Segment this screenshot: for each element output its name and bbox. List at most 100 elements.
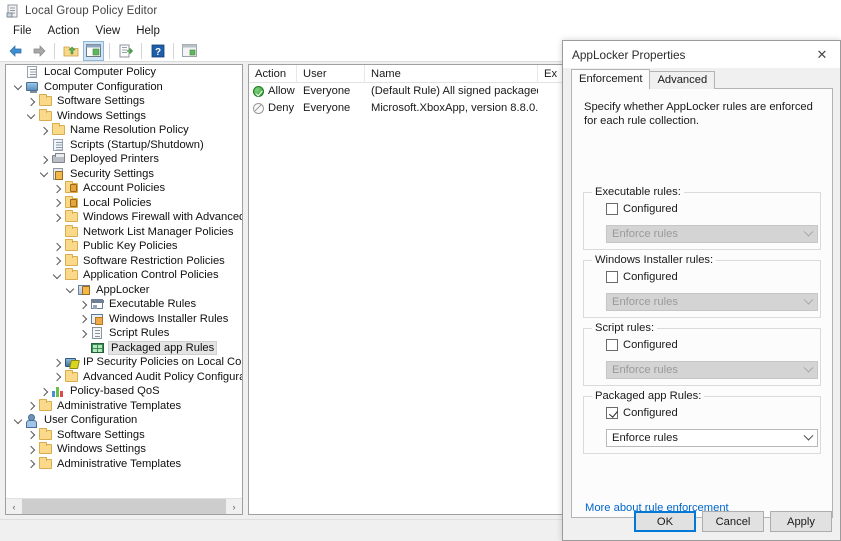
toolbar-separator-1 (54, 42, 55, 59)
chevron-down-icon[interactable] (800, 430, 817, 446)
chevron-right-icon[interactable] (38, 124, 51, 137)
configured-checkbox[interactable]: Configured (606, 407, 678, 419)
chevron-right-icon[interactable] (51, 211, 64, 224)
up-one-level-button[interactable] (60, 41, 81, 61)
column-header-user[interactable]: User (297, 65, 365, 83)
tree-item-application-control-policies[interactable]: Application Control Policies (6, 268, 242, 283)
tree-item-ip-security-policies-on-local-computer[interactable]: IP Security Policies on Local Computer (6, 355, 242, 370)
tree-item-deployed-printers[interactable]: Deployed Printers (6, 152, 242, 167)
configured-checkbox[interactable]: Configured (606, 203, 678, 215)
tree-item-account-policies[interactable]: Account Policies (6, 181, 242, 196)
scrollbar-thumb[interactable] (22, 498, 226, 514)
tree-item-windows-settings[interactable]: Windows Settings (6, 108, 242, 124)
chevron-right-icon[interactable] (77, 312, 90, 325)
tree-item-local-policies[interactable]: Local Policies (6, 195, 242, 211)
tree-item-software-settings[interactable]: Software Settings (6, 94, 242, 109)
chevron-right-icon[interactable] (51, 356, 64, 369)
chevron-right-icon[interactable] (25, 428, 38, 441)
tab-enforcement[interactable]: Enforcement (571, 69, 651, 89)
tree-item-network-list-manager-policies[interactable]: Network List Manager Policies (6, 224, 242, 240)
menu-help[interactable]: Help (128, 23, 168, 39)
chevron-down-icon[interactable] (12, 414, 25, 427)
chevron-right-icon[interactable] (25, 399, 38, 412)
back-button[interactable] (5, 41, 26, 61)
close-icon[interactable]: ✕ (804, 41, 840, 68)
table-row[interactable]: Deny Everyone Microsoft.XboxApp, version 8… (249, 100, 572, 117)
tree-item-packaged-app-rules[interactable]: Packaged app Rules (6, 340, 242, 356)
chevron-right-icon[interactable] (77, 327, 90, 340)
scroll-right-arrow-icon[interactable]: › (226, 499, 242, 515)
enforcement-mode-dropdown[interactable]: Enforce rules (606, 429, 818, 447)
console-tree[interactable]: Local Computer Policy Computer Configurat… (6, 65, 242, 498)
apply-button[interactable]: Apply (770, 511, 832, 532)
properties-window-button[interactable] (179, 41, 200, 61)
chevron-right-icon[interactable] (25, 95, 38, 108)
folder-icon (64, 239, 80, 253)
tree-item-label: User Configuration (44, 414, 138, 427)
tree-item-label: Local Policies (83, 196, 152, 209)
tree-item-local-computer-policy[interactable]: Local Computer Policy (6, 65, 242, 80)
checkbox-unchecked-icon[interactable] (606, 203, 618, 215)
scrollbar-track[interactable] (22, 498, 226, 514)
tree-item-windows-firewall-with-advanced-security[interactable]: Windows Firewall with Advanced Security (6, 210, 242, 225)
table-row[interactable]: Allow Everyone (Default Rule) All signed p… (249, 83, 572, 100)
chevron-right-icon[interactable] (77, 298, 90, 311)
chevron-right-icon[interactable] (25, 443, 38, 456)
tree-item-label: Software Settings (57, 428, 145, 441)
menu-view[interactable]: View (88, 23, 129, 39)
tree-item-scripts-startup-shutdown[interactable]: Scripts (Startup/Shutdown) (6, 138, 242, 153)
tree-item-computer-configuration[interactable]: Computer Configuration (6, 80, 242, 95)
chevron-down-icon[interactable] (12, 80, 25, 93)
chevron-right-icon[interactable] (38, 153, 51, 166)
chevron-right-icon[interactable] (38, 385, 51, 398)
ok-button[interactable]: OK (634, 511, 696, 532)
configured-checkbox[interactable]: Configured (606, 339, 678, 351)
tree-item-user-configuration[interactable]: User Configuration (6, 413, 242, 429)
chevron-right-icon[interactable] (51, 196, 64, 209)
tree-item-policy-based-qos[interactable]: Policy-based QoS (6, 384, 242, 399)
tree-item-advanced-audit-policy-configuration[interactable]: Advanced Audit Policy Configuration (6, 369, 242, 385)
tree-item-name-resolution-policy[interactable]: Name Resolution Policy (6, 123, 242, 138)
cancel-button[interactable]: Cancel (702, 511, 764, 532)
tree-item-label: AppLocker (96, 283, 150, 296)
tree-item-executable-rules[interactable]: Executable Rules (6, 297, 242, 312)
chevron-down-icon[interactable] (25, 109, 38, 122)
chevron-down-icon (800, 362, 817, 378)
checkbox-checked-icon[interactable] (606, 407, 618, 419)
tree-horizontal-scrollbar[interactable]: ‹ › (6, 498, 242, 514)
tree-item-software-restriction-policies[interactable]: Software Restriction Policies (6, 253, 242, 269)
column-header-name[interactable]: Name (365, 65, 538, 83)
show-hide-console-tree-button[interactable] (83, 40, 104, 61)
chevron-right-icon[interactable] (51, 240, 64, 253)
tree-item-public-key-policies[interactable]: Public Key Policies (6, 239, 242, 254)
tree-item-administrative-templates[interactable]: Administrative Templates (6, 456, 242, 472)
menu-file[interactable]: File (5, 23, 40, 39)
tree-item-security-settings[interactable]: Security Settings (6, 167, 242, 182)
chevron-right-icon[interactable] (25, 457, 38, 470)
rules-list-body[interactable]: Allow Everyone (Default Rule) All signed p… (249, 83, 572, 117)
tree-item-windows-installer-rules[interactable]: Windows Installer Rules (6, 312, 242, 327)
export-list-button[interactable] (115, 41, 136, 61)
chevron-down-icon[interactable] (51, 269, 64, 282)
dialog-titlebar: AppLocker Properties ✕ (563, 41, 840, 68)
checkbox-unchecked-icon[interactable] (606, 339, 618, 351)
chevron-down-icon[interactable] (38, 167, 51, 180)
chevron-right-icon[interactable] (51, 254, 64, 267)
tree-item-administrative-templates[interactable]: Administrative Templates (6, 398, 242, 414)
menu-action[interactable]: Action (40, 23, 88, 39)
checkbox-unchecked-icon[interactable] (606, 271, 618, 283)
tree-item-software-settings[interactable]: Software Settings (6, 427, 242, 443)
tree-item-windows-settings[interactable]: Windows Settings (6, 442, 242, 457)
configured-checkbox[interactable]: Configured (606, 271, 678, 283)
tree-item-label: Account Policies (83, 182, 166, 195)
scroll-left-arrow-icon[interactable]: ‹ (6, 499, 22, 515)
tree-item-applocker[interactable]: AppLocker (6, 283, 242, 298)
chevron-right-icon[interactable] (51, 182, 64, 195)
column-header-action[interactable]: Action (249, 65, 297, 83)
forward-button[interactable] (28, 41, 49, 61)
help-button[interactable]: ? (147, 41, 168, 61)
tab-advanced[interactable]: Advanced (649, 71, 716, 89)
tree-item-script-rules[interactable]: Script Rules (6, 326, 242, 341)
chevron-right-icon[interactable] (51, 370, 64, 383)
chevron-down-icon[interactable] (64, 283, 77, 296)
